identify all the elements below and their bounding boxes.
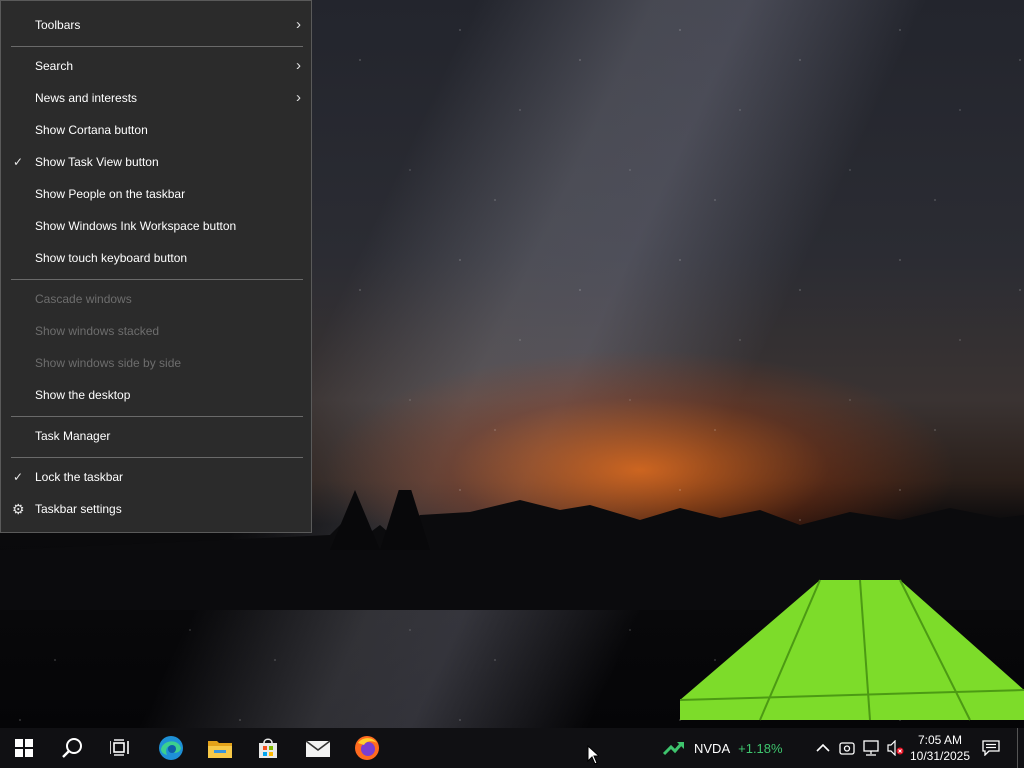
edge-button[interactable]: [147, 728, 195, 768]
firefox-button[interactable]: [343, 728, 391, 768]
menu-item-lock-taskbar[interactable]: ✓ Lock the taskbar: [1, 462, 311, 492]
menu-item-search[interactable]: Search ›: [1, 51, 311, 81]
store-button[interactable]: [244, 728, 292, 768]
clock-time: 7:05 AM: [917, 733, 963, 747]
volume-button[interactable]: [884, 728, 906, 768]
menu-item-taskbar-settings[interactable]: ⚙ Taskbar settings: [1, 494, 311, 524]
task-view-icon: [110, 739, 129, 756]
menu-item-show-windows-stacked: Show windows stacked: [1, 316, 311, 346]
menu-item-toolbars[interactable]: Toolbars ›: [1, 10, 311, 40]
start-button[interactable]: [0, 728, 48, 768]
store-icon: [259, 738, 277, 758]
menu-item-label: Show Cortana button: [35, 123, 148, 137]
menu-separator: [11, 46, 303, 47]
checkmark-icon: ✓: [13, 155, 24, 169]
menu-item-task-manager[interactable]: Task Manager: [1, 421, 311, 451]
menu-item-label: Cascade windows: [35, 292, 132, 306]
mouse-cursor-icon: [587, 745, 599, 765]
chevron-up-icon: [816, 743, 830, 752]
green-tent: [679, 579, 1024, 721]
menu-item-label: Show touch keyboard button: [35, 251, 188, 265]
menu-item-label: Show People on the taskbar: [35, 187, 186, 201]
edge-icon: [159, 736, 183, 760]
menu-item-label: Show Windows Ink Workspace button: [35, 219, 237, 233]
network-button[interactable]: [860, 728, 882, 768]
file-explorer-icon: [208, 741, 232, 758]
clock-date: 10/31/2025: [909, 749, 971, 763]
menu-item-show-windows-side-by-side: Show windows side by side: [1, 348, 311, 378]
meet-now-button[interactable]: [836, 728, 858, 768]
menu-item-label: Task Manager: [35, 429, 111, 443]
mail-button[interactable]: [294, 728, 342, 768]
stock-change: +1.18%: [738, 740, 783, 756]
start-icon: [15, 739, 33, 757]
search-button[interactable]: [48, 728, 96, 768]
menu-item-label: Show Task View button: [35, 155, 159, 169]
menu-separator: [11, 457, 303, 458]
menu-separator: [11, 279, 303, 280]
mail-icon: [306, 740, 330, 757]
menu-item-show-ink-workspace[interactable]: Show Windows Ink Workspace button: [1, 211, 311, 241]
menu-item-show-touch-keyboard[interactable]: Show touch keyboard button: [1, 243, 311, 273]
meet-now-icon: [839, 742, 855, 755]
stock-symbol: NVDA: [694, 740, 731, 756]
action-center-button[interactable]: [978, 728, 1004, 768]
menu-item-cascade-windows: Cascade windows: [1, 284, 311, 314]
menu-item-label: Search: [35, 59, 74, 73]
taskbar-context-menu: Toolbars › Search › News and interests ›…: [0, 0, 312, 533]
menu-item-show-people[interactable]: Show People on the taskbar: [1, 179, 311, 209]
file-explorer-button[interactable]: [196, 728, 244, 768]
menu-item-label: Show windows stacked: [35, 324, 160, 338]
system-clock[interactable]: 7:05 AM 10/31/2025: [904, 728, 976, 768]
chevron-right-icon: ›: [296, 57, 301, 74]
checkmark-icon: ✓: [13, 470, 24, 484]
chevron-right-icon: ›: [296, 89, 301, 106]
taskbar: NVDA +1.18% 7:05 AM 10/31/2025: [0, 728, 1024, 768]
menu-item-label: Taskbar settings: [35, 502, 122, 516]
volume-muted-icon: [887, 740, 904, 756]
task-view-button[interactable]: [96, 728, 144, 768]
menu-item-label: Toolbars: [35, 18, 81, 32]
firefox-icon: [355, 736, 379, 760]
menu-separator: [11, 416, 303, 417]
menu-item-label: Show windows side by side: [35, 356, 182, 370]
notification-icon: [982, 740, 1000, 756]
stock-ticker-widget[interactable]: NVDA +1.18%: [662, 728, 783, 768]
menu-item-show-cortana[interactable]: Show Cortana button: [1, 115, 311, 145]
stock-trend-up-icon: [662, 742, 684, 756]
chevron-right-icon: ›: [296, 16, 301, 33]
menu-item-label: Lock the taskbar: [35, 470, 124, 484]
show-desktop-button[interactable]: [1017, 728, 1018, 768]
network-icon: [863, 740, 879, 756]
show-hidden-icons-button[interactable]: [812, 728, 834, 768]
menu-item-show-desktop[interactable]: Show the desktop: [1, 380, 311, 410]
gear-icon: ⚙: [12, 501, 25, 517]
menu-item-show-task-view[interactable]: ✓ Show Task View button: [1, 147, 311, 177]
menu-item-label: News and interests: [35, 91, 138, 105]
search-icon: [62, 738, 82, 758]
menu-item-news-and-interests[interactable]: News and interests ›: [1, 83, 311, 113]
menu-item-label: Show the desktop: [35, 388, 131, 402]
